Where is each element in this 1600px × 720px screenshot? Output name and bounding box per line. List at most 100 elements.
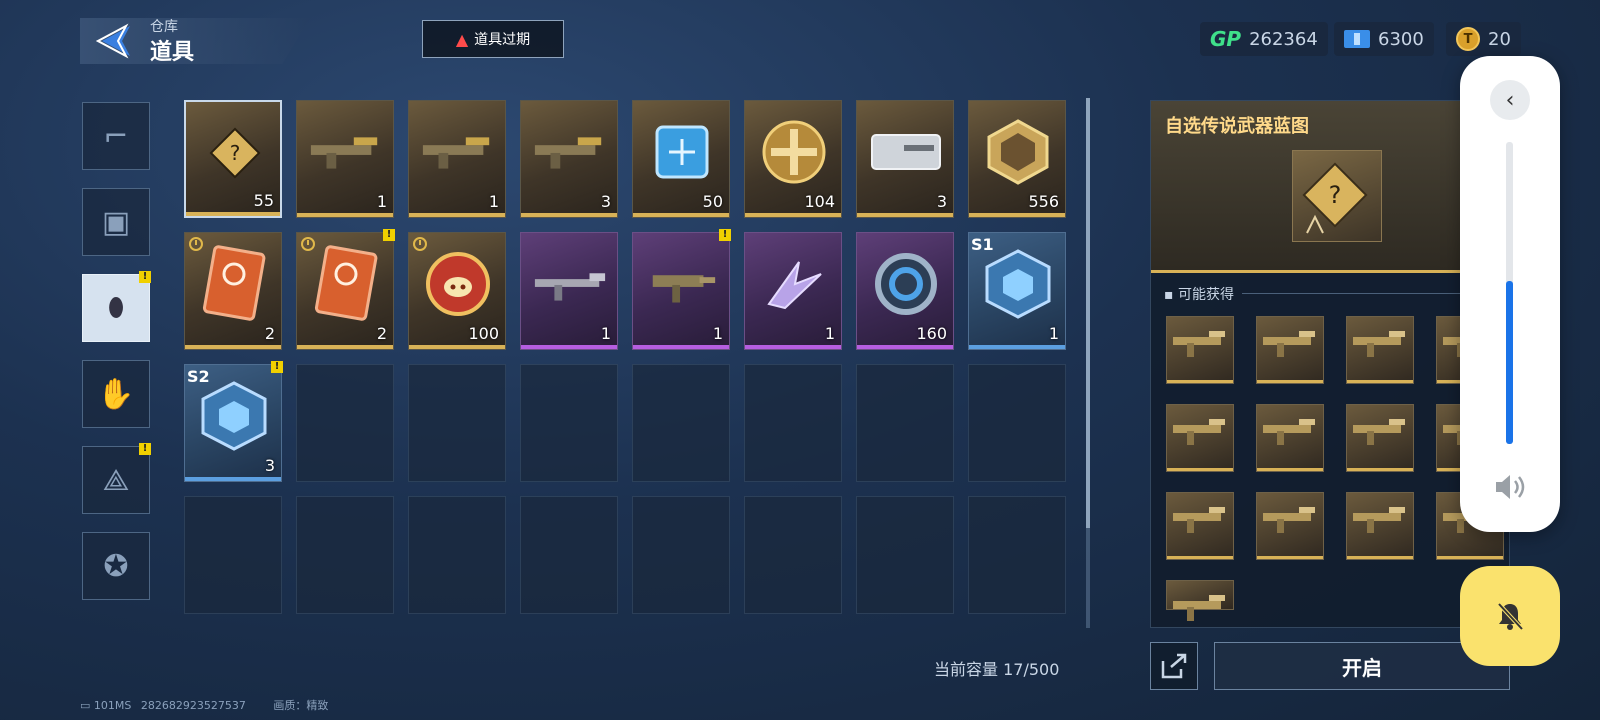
possible-reward-item[interactable] (1166, 580, 1234, 621)
rarity-bar (409, 345, 505, 349)
weapon-icon (1257, 317, 1323, 371)
rarity-bar (969, 213, 1065, 217)
cross-medal-icon (755, 113, 833, 191)
empty-slot[interactable] (520, 496, 618, 614)
possible-reward-item[interactable] (1346, 404, 1414, 472)
item-tag-icon: ⬮ (107, 292, 125, 323)
item-quantity: 1 (824, 324, 835, 343)
rarity-bar (1167, 380, 1233, 383)
rarity-bar (1347, 380, 1413, 383)
item-quantity: 2 (376, 324, 387, 343)
tab-skins[interactable]: ▣ (82, 188, 150, 256)
frame-icon: ▣ (101, 204, 131, 240)
footer-info: ▭ 101MS 282682923527537 画质：精致 (80, 697, 328, 713)
empty-slot[interactable] (520, 364, 618, 482)
tab-blueprints[interactable]: ⟁ ! (82, 443, 151, 514)
possible-reward-item[interactable] (1346, 492, 1414, 560)
rarity-bar (857, 345, 953, 349)
orange-card-icon (307, 245, 385, 323)
possible-reward-item[interactable] (1166, 316, 1234, 384)
rarity-bar (1257, 556, 1323, 559)
expired-items-button[interactable]: ▲ 道具过期 (422, 20, 564, 58)
rarity-bar (633, 213, 729, 217)
weapon-icon (531, 113, 609, 191)
item-slot[interactable]: S1 1 (968, 232, 1066, 350)
possible-rewards-heading: ▪ 可能获得 (1164, 287, 1234, 303)
svg-text:?: ? (230, 141, 241, 165)
crystal-box-icon (195, 377, 273, 455)
expired-items-label: 道具过期 (474, 32, 531, 48)
possible-reward-item[interactable] (1166, 404, 1234, 472)
mute-toggle-button[interactable] (1460, 566, 1560, 666)
item-slot[interactable]: 104 (744, 100, 842, 218)
item-slot[interactable]: 100 (408, 232, 506, 350)
empty-slot[interactable] (408, 364, 506, 482)
item-quantity: 1 (600, 324, 611, 343)
player-id: 282682923527537 (140, 699, 246, 712)
empty-slot[interactable] (632, 496, 730, 614)
empty-slot[interactable] (408, 496, 506, 614)
item-quantity: 100 (468, 324, 499, 343)
empty-slot[interactable] (968, 364, 1066, 482)
item-slot[interactable]: 1 (520, 232, 618, 350)
new-badge-icon: ! (719, 229, 731, 241)
item-slot[interactable]: 50 (632, 100, 730, 218)
empty-slot[interactable] (744, 496, 842, 614)
detail-title: 自选传说武器蓝图 (1165, 116, 1309, 137)
silver-case-icon (867, 113, 945, 191)
item-slot[interactable]: 3 (520, 100, 618, 218)
empty-slot[interactable] (744, 364, 842, 482)
blueprint-question-icon: ? (196, 114, 274, 192)
quality-setting: 画质：精致 (273, 699, 329, 712)
page-title: 道具 (150, 40, 195, 65)
rarity-bar (1257, 380, 1323, 383)
item-quantity: 1 (376, 192, 387, 211)
item-slot[interactable]: 2 (184, 232, 282, 350)
item-slot[interactable]: 1 (296, 100, 394, 218)
tab-items[interactable]: ⬮ ! (82, 271, 151, 342)
rarity-bar (1167, 556, 1233, 559)
rarity-bar (521, 345, 617, 349)
ticket-value: 6300 (1378, 28, 1424, 50)
collapse-volume-button[interactable]: ‹ (1490, 80, 1530, 120)
item-slot[interactable]: 1 (408, 100, 506, 218)
item-slot[interactable]: 1 (744, 232, 842, 350)
possible-reward-item[interactable] (1166, 492, 1234, 560)
ping-icon: ▭ (80, 699, 94, 712)
grid-scrollbar-thumb[interactable] (1086, 98, 1090, 528)
coin-icon: T (1456, 27, 1480, 51)
possible-reward-item[interactable] (1256, 404, 1324, 472)
share-button[interactable] (1150, 642, 1198, 690)
speaker-icon[interactable] (1490, 470, 1530, 504)
rarity-bar (1437, 556, 1503, 559)
item-slot[interactable]: ! 1 (632, 229, 731, 350)
item-slot[interactable]: ! 2 (296, 229, 395, 350)
item-slot[interactable]: ? 55 (184, 100, 282, 218)
empty-slot[interactable] (968, 496, 1066, 614)
possible-reward-item[interactable] (1256, 316, 1324, 384)
rarity-bar (186, 212, 280, 216)
volume-slider-fill (1506, 281, 1513, 444)
back-arrow-icon[interactable] (95, 22, 136, 60)
clock-icon (301, 237, 315, 251)
tab-weapons[interactable]: ⌐ (82, 102, 150, 170)
empty-slot[interactable] (632, 364, 730, 482)
empty-slot[interactable] (184, 496, 282, 614)
possible-reward-item[interactable] (1256, 492, 1324, 560)
item-slot[interactable]: S2! 3 (184, 361, 283, 482)
season-label: S1 (971, 235, 994, 254)
item-slot[interactable]: 3 (856, 100, 954, 218)
empty-slot[interactable] (856, 496, 954, 614)
weapon-icon (1167, 317, 1233, 371)
weapon-icon (419, 113, 497, 191)
empty-slot[interactable] (296, 496, 394, 614)
empty-slot[interactable] (296, 364, 394, 482)
tab-rewards[interactable]: ✪ (82, 532, 150, 600)
rarity-bar (409, 213, 505, 217)
item-slot[interactable]: 160 (856, 232, 954, 350)
item-slot[interactable]: 556 (968, 100, 1066, 218)
share-icon (1161, 653, 1187, 679)
possible-reward-item[interactable] (1346, 316, 1414, 384)
tab-gestures[interactable]: ✋ (82, 360, 150, 428)
empty-slot[interactable] (856, 364, 954, 482)
